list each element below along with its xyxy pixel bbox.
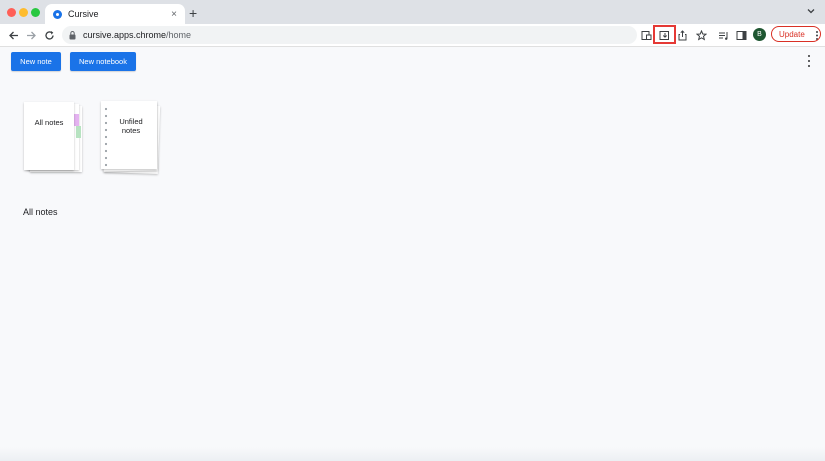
address-bar[interactable]: cursive.apps.chrome/home [62,26,637,44]
more-options-icon[interactable] [806,55,812,67]
notebook-label: All notes [34,118,64,127]
notebook-label: Unfiled notes [119,117,143,135]
url-path: /home [166,30,192,40]
update-button[interactable]: Update [771,26,821,42]
purple-tab-marker [74,114,79,126]
share-icon[interactable] [674,27,690,43]
close-tab-button[interactable]: × [171,9,177,20]
notebook-all-notes[interactable]: All notes [24,102,86,174]
cursive-favicon-icon [53,9,62,19]
minimize-window-button[interactable] [19,8,28,17]
notebook-cover [101,101,157,169]
star-icon[interactable] [693,27,709,43]
profile-avatar[interactable]: B [753,28,766,41]
side-panel-icon[interactable] [733,27,749,43]
url-host: cursive.apps.chrome [83,30,167,40]
close-window-button[interactable] [7,8,16,17]
spiral-binding [104,107,108,167]
maximize-window-button[interactable] [31,8,40,17]
tab-cursive[interactable]: Cursive × [45,4,185,24]
url-text: cursive.apps.chrome/home [83,30,191,40]
reading-list-icon[interactable] [715,27,731,43]
tab-title: Cursive [68,9,99,19]
forward-icon[interactable] [24,28,38,42]
new-note-button[interactable]: New note [11,52,61,71]
browser-toolbar: cursive.apps.chrome/home [0,24,825,47]
cast-icon[interactable] [638,27,654,43]
section-heading: All notes [23,207,58,217]
notebook-unfiled-notes[interactable]: Unfiled notes [101,101,163,175]
green-tab-marker [76,126,81,138]
new-notebook-button[interactable]: New notebook [70,52,136,71]
notebook-cover [24,102,74,170]
update-label: Update [779,29,805,39]
back-icon[interactable] [6,28,20,42]
new-tab-button[interactable]: + [189,5,197,21]
reload-icon[interactable] [42,28,56,42]
browser-title-bar: Cursive × + [0,0,825,24]
install-icon-highlight [653,25,676,44]
bottom-shade [0,447,825,461]
chevron-down-icon[interactable] [806,6,816,16]
lock-icon[interactable] [69,29,79,41]
